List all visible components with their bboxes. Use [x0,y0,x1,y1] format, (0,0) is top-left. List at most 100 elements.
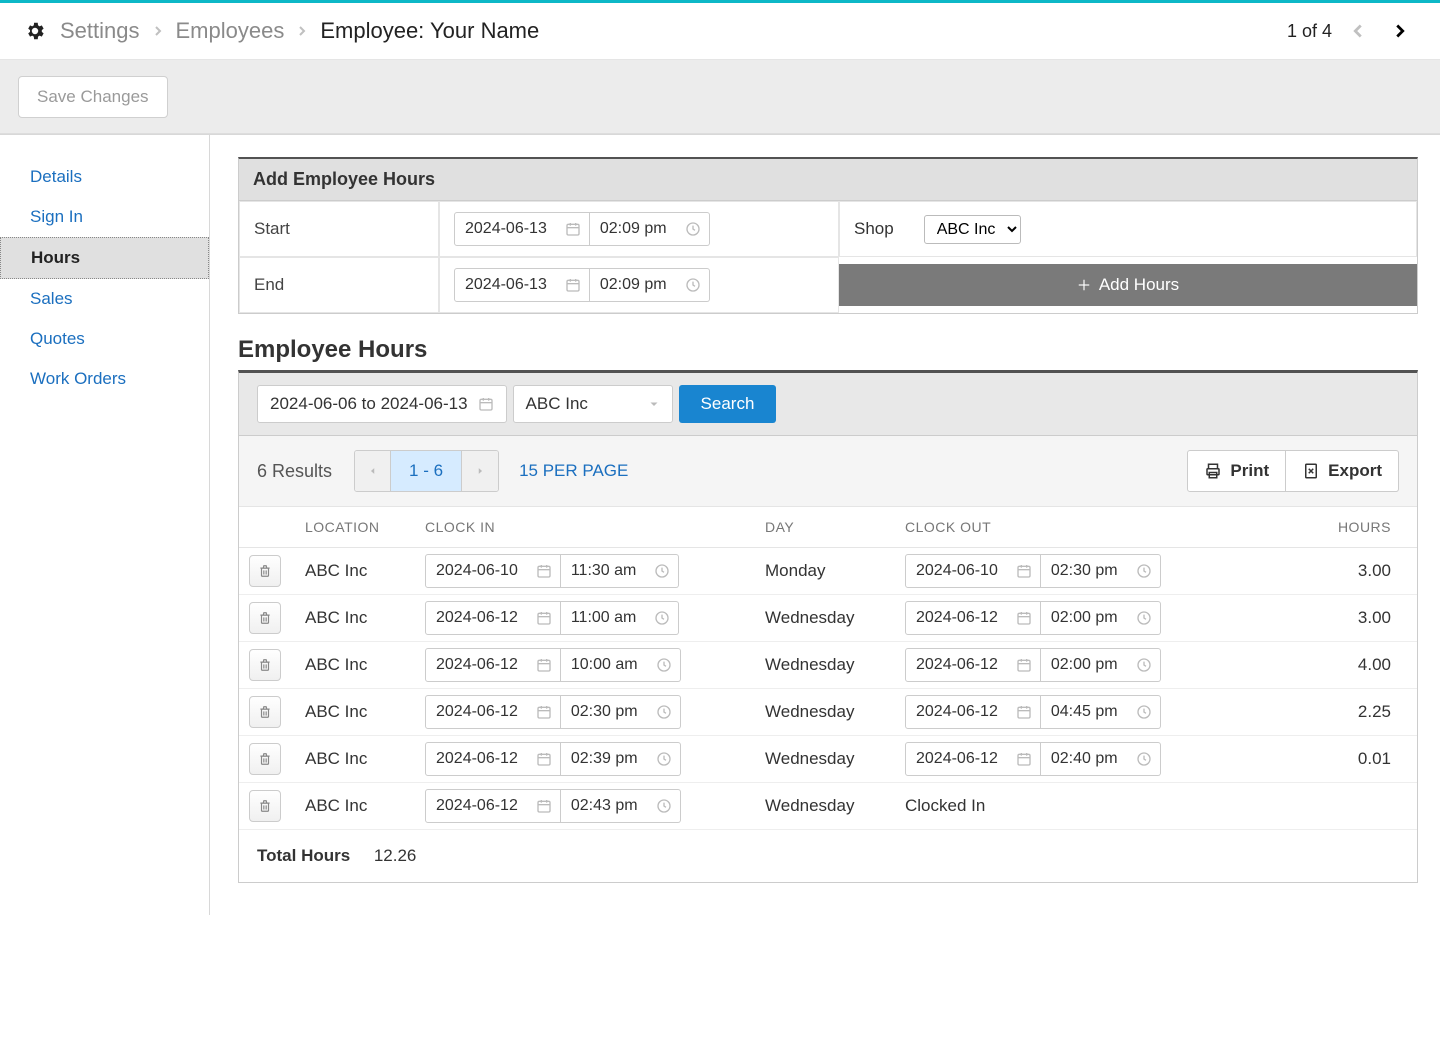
cell-location: ABC Inc [295,548,415,595]
pager-next-button[interactable] [1384,15,1416,47]
calendar-icon [557,221,589,237]
chevron-right-icon [294,23,310,39]
search-button[interactable]: Search [679,385,777,423]
end-date-input[interactable]: 2024-06-13 [454,268,590,302]
time-input[interactable]: 02:40 pm [1041,742,1161,776]
save-bar: Save Changes [0,60,1440,135]
date-input[interactable]: 2024-06-10 [905,554,1041,588]
date-input[interactable]: 2024-06-12 [905,695,1041,729]
clock-icon [648,704,680,720]
pager-prev-button[interactable] [1342,15,1374,47]
chevron-right-icon [150,23,166,39]
clock-icon [648,798,680,814]
date-input[interactable]: 2024-06-12 [905,742,1041,776]
save-changes-button[interactable]: Save Changes [18,76,168,118]
results-count: 6 Results [257,461,332,482]
time-input[interactable]: 02:00 pm [1041,601,1161,635]
breadcrumb-current: Employee: Your Name [320,18,539,44]
clock-icon [646,610,678,626]
cell-day: Wednesday [755,783,895,830]
clock-icon [648,751,680,767]
add-hours-title: Add Employee Hours [239,159,1417,201]
time-input[interactable]: 10:00 am [561,648,681,682]
time-input[interactable]: 11:00 am [561,601,680,635]
caret-down-icon [648,398,660,410]
cell-day: Wednesday [755,642,895,689]
per-page-select[interactable]: 15 PER PAGE [519,461,628,481]
cell-clock-out: 2024-06-1202:00 pm [895,642,1235,689]
pager-position: 1 of 4 [1287,21,1332,42]
time-input[interactable]: 02:30 pm [1041,554,1161,588]
delete-row-button[interactable] [249,602,281,634]
clock-icon [1128,657,1160,673]
sidebar-item-work-orders[interactable]: Work Orders [0,359,209,399]
date-input[interactable]: 2024-06-12 [425,648,561,682]
date-range-input[interactable]: 2024-06-06 to 2024-06-13 [257,385,507,423]
hours-list-panel: 2024-06-06 to 2024-06-13 ABC Inc Search … [238,370,1418,883]
time-input[interactable]: 04:45 pm [1041,695,1161,729]
cell-clock-in: 2024-06-1011:30 am [415,548,755,595]
breadcrumb-employees[interactable]: Employees [176,18,285,44]
col-day: DAY [755,507,895,548]
gear-icon [24,20,46,42]
clock-icon [677,277,709,293]
trash-icon [258,752,272,766]
date-input[interactable]: 2024-06-12 [425,789,561,823]
calendar-icon [528,610,560,626]
cell-day: Wednesday [755,595,895,642]
sidebar-item-sign-in[interactable]: Sign In [0,197,209,237]
cell-clock-in: 2024-06-1202:43 pm [415,783,755,830]
cell-location: ABC Inc [295,595,415,642]
delete-row-button[interactable] [249,696,281,728]
time-input[interactable]: 02:00 pm [1041,648,1161,682]
start-label: Start [239,201,439,257]
add-hours-button[interactable]: Add Hours [839,264,1417,306]
calendar-icon [557,277,589,293]
start-date-input[interactable]: 2024-06-13 [454,212,590,246]
sidebar-item-hours[interactable]: Hours [0,237,209,279]
cell-location: ABC Inc [295,689,415,736]
time-input[interactable]: 02:43 pm [561,789,681,823]
date-input[interactable]: 2024-06-10 [425,554,561,588]
cell-location: ABC Inc [295,736,415,783]
time-input[interactable]: 02:30 pm [561,695,681,729]
date-input[interactable]: 2024-06-12 [425,742,561,776]
total-hours-label: Total Hours [257,846,350,865]
table-row: ABC Inc2024-06-1202:39 pmWednesday2024-0… [239,736,1417,783]
shop-filter-select[interactable]: ABC Inc [513,385,673,423]
cell-hours: 4.00 [1235,642,1417,689]
delete-row-button[interactable] [249,790,281,822]
table-row: ABC Inc2024-06-1210:00 amWednesday2024-0… [239,642,1417,689]
calendar-icon [1008,563,1040,579]
time-input[interactable]: 11:30 am [561,554,680,588]
end-time-input[interactable]: 02:09 pm [590,268,710,302]
clock-icon [1128,751,1160,767]
start-time-input[interactable]: 02:09 pm [590,212,710,246]
delete-row-button[interactable] [249,555,281,587]
clock-icon [1128,704,1160,720]
calendar-icon [528,657,560,673]
sidebar-item-details[interactable]: Details [0,157,209,197]
trash-icon [258,705,272,719]
shop-select[interactable]: ABC Inc [924,215,1021,244]
calendar-icon [528,563,560,579]
trash-icon [258,564,272,578]
date-input[interactable]: 2024-06-12 [425,601,561,635]
plus-icon [1077,278,1091,292]
date-input[interactable]: 2024-06-12 [905,601,1041,635]
page-prev-button[interactable] [355,451,391,491]
date-input[interactable]: 2024-06-12 [905,648,1041,682]
add-hours-panel: Add Employee Hours Start 2024-06-13 02:0… [238,157,1418,314]
export-button[interactable]: Export [1286,450,1399,492]
page-next-button[interactable] [462,451,498,491]
sidebar-item-sales[interactable]: Sales [0,279,209,319]
delete-row-button[interactable] [249,649,281,681]
cell-clock-in: 2024-06-1210:00 am [415,642,755,689]
date-input[interactable]: 2024-06-12 [425,695,561,729]
time-input[interactable]: 02:39 pm [561,742,681,776]
sidebar-item-quotes[interactable]: Quotes [0,319,209,359]
delete-row-button[interactable] [249,743,281,775]
employee-hours-heading: Employee Hours [238,336,1418,364]
print-button[interactable]: Print [1187,450,1286,492]
breadcrumb-settings[interactable]: Settings [60,18,140,44]
